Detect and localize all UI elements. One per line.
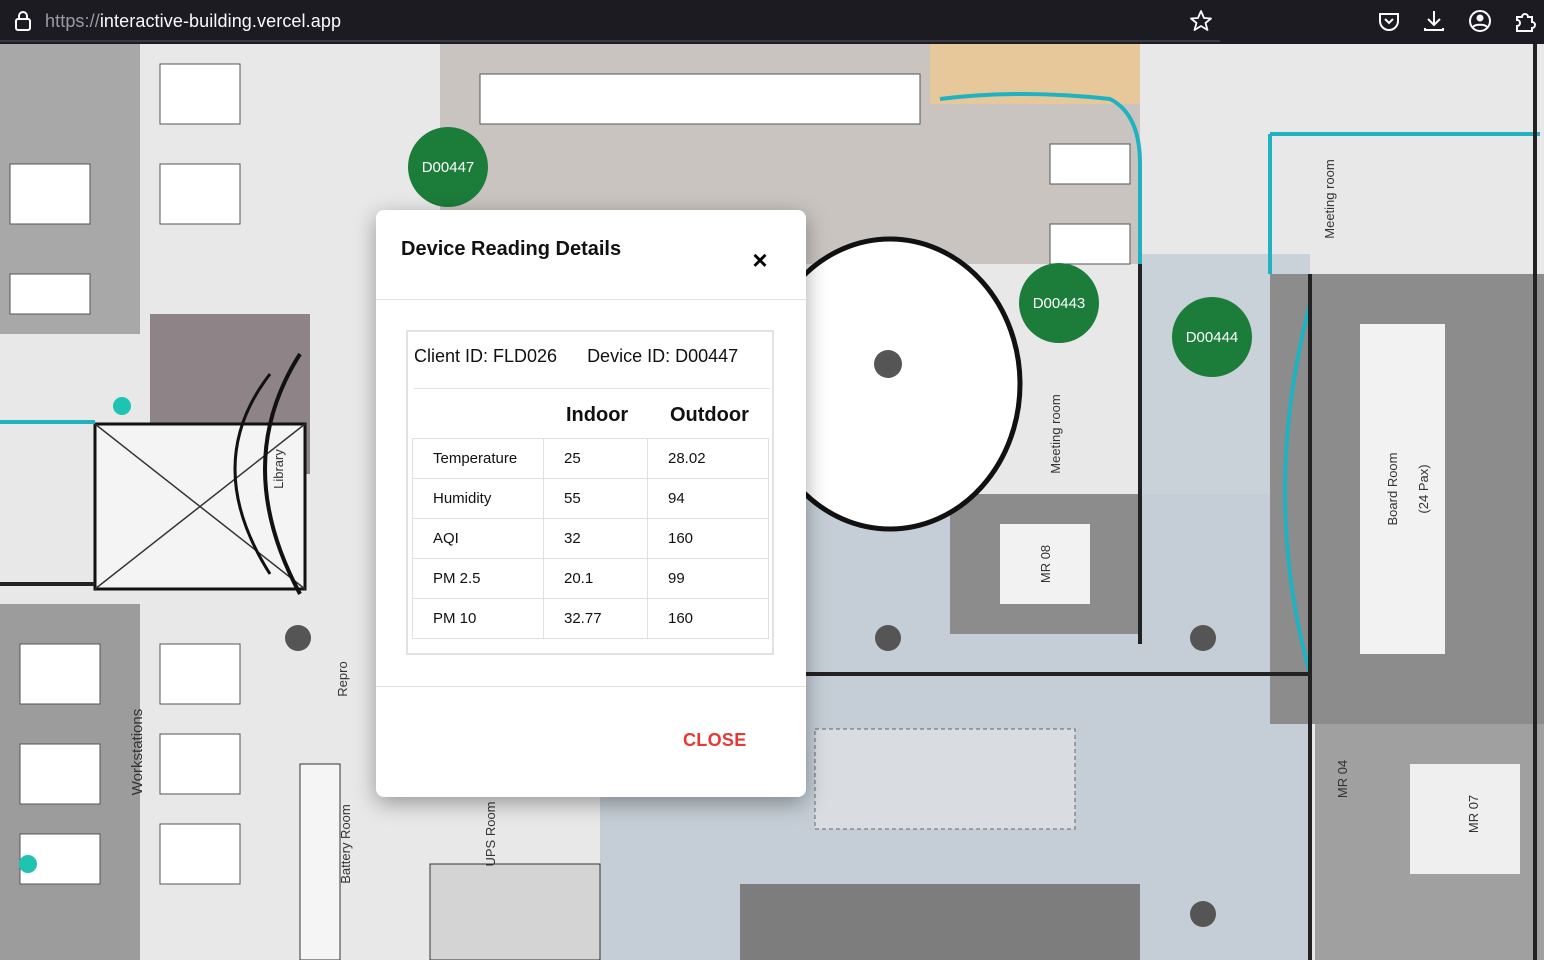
plan-label-board-room: Board Room [1385, 453, 1400, 526]
plan-label-battery-room: Battery Room [338, 804, 353, 883]
metric-label: AQI [412, 518, 544, 559]
outdoor-value: 160 [647, 598, 769, 639]
plan-label-meeting-room-2: Meeting room [1048, 394, 1063, 473]
indoor-value: 25 [543, 438, 648, 479]
indoor-value: 55 [543, 478, 648, 519]
plan-label-library: Library [271, 449, 286, 489]
metric-label: PM 10 [412, 598, 544, 639]
outdoor-value: 160 [647, 518, 769, 559]
device-marker-label: D00443 [1032, 294, 1086, 312]
plan-label-mr-04: MR 04 [1335, 760, 1350, 798]
table-row: PM 10 32.77 160 [412, 598, 769, 639]
device-marker-label: D00444 [1185, 328, 1239, 346]
readings-card: Client ID: FLD026 Device ID: D00447 Indoo… [406, 330, 774, 655]
url-host: interactive-building.vercel.app [99, 11, 342, 31]
close-button[interactable]: CLOSE [683, 730, 747, 751]
plan-label-board-room-pax: (24 Pax) [1416, 464, 1431, 513]
plan-label-meeting-room-1: Meeting room [1322, 159, 1337, 238]
device-marker[interactable]: D00443 [1019, 263, 1099, 343]
device-id: Device ID: D00447 [587, 346, 739, 366]
device-marker-label: D00447 [421, 158, 475, 176]
divider [376, 686, 806, 687]
plan-label-repro: Repro [335, 661, 350, 696]
device-ids: Client ID: FLD026 Device ID: D00447 [414, 346, 738, 367]
table-row: Temperature 25 28.02 [412, 438, 769, 479]
divider [376, 299, 806, 300]
divider [414, 388, 770, 389]
url-text[interactable]: https://interactive-building.vercel.app [45, 11, 341, 32]
lock-icon [15, 11, 31, 31]
bookmark-star-icon[interactable] [1188, 8, 1214, 34]
metric-label: Humidity [412, 478, 544, 519]
table-row: AQI 32 160 [412, 518, 769, 559]
column-header-outdoor: Outdoor [670, 404, 749, 426]
table-row: PM 2.5 20.1 99 [412, 558, 769, 599]
pocket-icon[interactable] [1376, 8, 1402, 34]
metric-label: PM 2.5 [412, 558, 544, 599]
dialog-title: Device Reading Details [401, 238, 622, 260]
url-protocol: https:// [45, 11, 100, 31]
table-row: Humidity 55 94 [412, 478, 769, 519]
outdoor-value: 28.02 [647, 438, 769, 479]
metric-label: Temperature [412, 438, 544, 479]
indoor-value: 20.1 [543, 558, 648, 599]
close-icon[interactable]: × [747, 247, 773, 273]
plan-label-mr-07: MR 07 [1466, 795, 1481, 833]
account-icon[interactable] [1467, 8, 1493, 34]
plan-label-workstations: Workstations [129, 709, 146, 795]
column-header-indoor: Indoor [566, 404, 629, 426]
browser-toolbar: https://interactive-building.vercel.app [0, 0, 1544, 44]
download-icon[interactable] [1421, 8, 1447, 34]
device-marker[interactable]: D00444 [1172, 297, 1252, 377]
outdoor-value: 99 [647, 558, 769, 599]
indoor-value: 32 [543, 518, 648, 559]
extensions-icon[interactable] [1512, 8, 1538, 34]
address-bar[interactable]: https://interactive-building.vercel.app [0, 0, 1220, 42]
device-reading-dialog: Device Reading Details × Client ID: FLD0… [376, 210, 806, 797]
indoor-value: 32.77 [543, 598, 648, 639]
client-id: Client ID: FLD026 [414, 346, 558, 366]
plan-label-mr-08: MR 08 [1038, 545, 1053, 583]
readings-table: Temperature 25 28.02 Humidity 55 94 AQI … [412, 438, 769, 639]
device-marker[interactable]: D00447 [408, 127, 488, 207]
plan-label-ups-room: UPS Room [483, 801, 498, 866]
outdoor-value: 94 [647, 478, 769, 519]
